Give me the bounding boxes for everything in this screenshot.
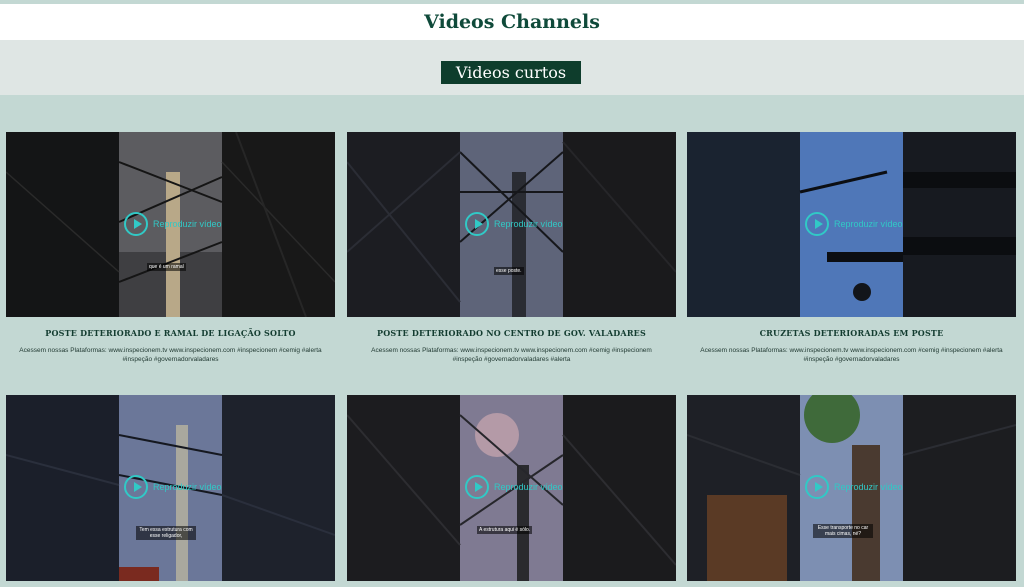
video-title[interactable]: CRUZETAS DETERIORADAS EM POSTE xyxy=(687,328,1016,338)
page-header: Videos Channels xyxy=(0,4,1024,40)
video-description: Acessem nossas Plataformas: www.inspecio… xyxy=(700,347,1003,363)
play-icon xyxy=(465,475,489,499)
video-caption: esse poste. xyxy=(494,267,524,275)
play-button[interactable]: Reproduzir vídeo xyxy=(465,212,563,236)
play-button[interactable]: Reproduzir vídeo xyxy=(805,475,903,499)
video-thumbnail[interactable]: Reproduzir vídeo esse poste. xyxy=(347,132,676,317)
play-button[interactable]: Reproduzir vídeo xyxy=(805,212,903,236)
play-button[interactable]: Reproduzir vídeo xyxy=(124,475,222,499)
section-tab-videos-curtos[interactable]: Videos curtos xyxy=(441,61,581,84)
video-caption: que é um ramal xyxy=(147,263,186,271)
video-title[interactable]: POSTE DETERIORADO E RAMAL DE LIGAÇÃO SOL… xyxy=(6,328,335,338)
play-button[interactable]: Reproduzir vídeo xyxy=(124,212,222,236)
play-icon xyxy=(124,475,148,499)
video-description: Acessem nossas Plataformas: www.inspecio… xyxy=(371,347,652,363)
video-thumbnail[interactable]: Reproduzir vídeo Esse transporte no car … xyxy=(687,395,1016,581)
video-thumbnail[interactable]: Reproduzir vídeo xyxy=(687,132,1016,317)
play-icon xyxy=(805,212,829,236)
video-description: Acessem nossas Plataformas: www.inspecio… xyxy=(19,347,322,363)
video-caption: A estrutura aqui é sólo. xyxy=(477,526,533,534)
video-thumbnail[interactable]: Reproduzir vídeo Tem essa estrutura com … xyxy=(6,395,335,581)
play-icon xyxy=(124,212,148,236)
video-thumbnail[interactable]: Reproduzir vídeo que é um ramal xyxy=(6,132,335,317)
page-title: Videos Channels xyxy=(424,11,600,33)
play-icon xyxy=(465,212,489,236)
play-button[interactable]: Reproduzir vídeo xyxy=(465,475,563,499)
video-thumbnail[interactable]: Reproduzir vídeo A estrutura aqui é sólo… xyxy=(347,395,676,581)
video-caption: Tem essa estrutura com esse religador, xyxy=(136,526,196,540)
play-icon xyxy=(805,475,829,499)
section-bar: Videos curtos xyxy=(0,40,1024,95)
video-caption: Esse transporte no car mais cimas, né? xyxy=(813,524,873,538)
video-title[interactable]: POSTE DETERIORADO NO CENTRO DE GOV. VALA… xyxy=(347,328,676,338)
